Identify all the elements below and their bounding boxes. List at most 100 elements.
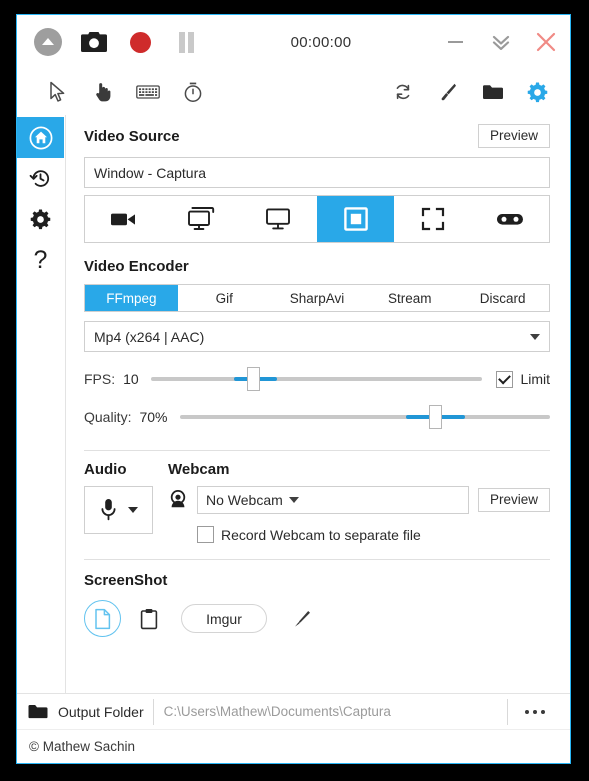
video-source-buttons bbox=[84, 195, 550, 243]
keystrokes-button[interactable] bbox=[125, 72, 170, 112]
screenshot-heading: ScreenShot bbox=[84, 572, 168, 589]
screenshot-targets-row: Imgur bbox=[84, 600, 550, 637]
record-webcam-separate-label: Record Webcam to separate file bbox=[221, 526, 421, 543]
refresh-button[interactable] bbox=[380, 72, 425, 112]
fps-value: 10 bbox=[123, 371, 139, 387]
tab-discard[interactable]: Discard bbox=[456, 285, 549, 311]
fps-limit-checkbox[interactable]: Limit bbox=[496, 370, 550, 388]
circle-up-icon bbox=[34, 28, 62, 56]
quality-label-text: Quality: bbox=[84, 409, 132, 425]
click-highlight-button[interactable] bbox=[80, 72, 125, 112]
close-icon bbox=[536, 32, 555, 52]
webcam-value: No Webcam bbox=[206, 492, 283, 508]
main-content: Video Source Preview Window - Captura Vi… bbox=[66, 115, 570, 693]
click-hand-icon bbox=[95, 83, 110, 102]
output-folder-row: Output Folder C:\Users\Mathew\Documents\… bbox=[17, 694, 570, 729]
cursor-icon bbox=[49, 81, 64, 102]
source-game[interactable] bbox=[472, 196, 549, 242]
quality-slider-thumb[interactable] bbox=[428, 405, 442, 429]
monitor-icon bbox=[266, 208, 291, 230]
screenshot-to-file[interactable] bbox=[84, 600, 121, 637]
refresh-icon bbox=[396, 84, 409, 100]
divider-audio bbox=[84, 450, 550, 451]
screenshot-to-clipboard[interactable] bbox=[130, 600, 167, 637]
secondary-toolbar bbox=[17, 69, 570, 115]
folder-icon bbox=[482, 85, 503, 99]
audio-webcam-section: Audio Webcam No Webcam Preview Record We… bbox=[84, 461, 550, 543]
quality-slider-track bbox=[179, 415, 550, 419]
video-preview-button[interactable]: Preview bbox=[477, 124, 550, 148]
screenshot-camera-button[interactable] bbox=[71, 19, 117, 65]
encoder-format-select[interactable]: Mp4 (x264 | AAC) bbox=[84, 321, 550, 352]
gear-icon bbox=[527, 82, 548, 102]
title-bar: 00:00:00 bbox=[17, 15, 570, 69]
brush-icon bbox=[441, 83, 456, 101]
quality-value: 70% bbox=[139, 409, 168, 425]
settings-gear-button[interactable] bbox=[515, 72, 560, 112]
encoder-format-value: Mp4 (x264 | AAC) bbox=[94, 328, 205, 345]
crop-region-icon bbox=[421, 207, 445, 231]
audio-column: Audio bbox=[84, 461, 168, 543]
chevron-down-icon bbox=[530, 333, 540, 340]
window-icon bbox=[343, 207, 368, 231]
collapse-button[interactable] bbox=[478, 19, 523, 65]
output-folder-path[interactable]: C:\Users\Mathew\Documents\Captura bbox=[154, 698, 508, 725]
record-button[interactable] bbox=[117, 19, 163, 65]
circle-up-icon-button[interactable] bbox=[25, 19, 71, 65]
sidebar-item-settings[interactable] bbox=[17, 199, 64, 240]
microphone-icon bbox=[101, 499, 116, 521]
pause-button[interactable] bbox=[163, 19, 209, 65]
video-source-heading: Video Source bbox=[84, 127, 180, 145]
fps-limit-label: Limit bbox=[520, 371, 550, 387]
webcam-heading: Webcam bbox=[168, 461, 230, 478]
brush-button[interactable] bbox=[425, 72, 470, 112]
webcam-select-row: No Webcam Preview bbox=[168, 486, 550, 514]
fps-label: FPS: 10 bbox=[84, 371, 139, 387]
source-camcorder[interactable] bbox=[85, 196, 162, 242]
microphone-select-button[interactable] bbox=[84, 486, 153, 534]
gamepad-icon bbox=[497, 214, 524, 225]
camcorder-icon bbox=[110, 213, 135, 226]
webcam-select[interactable]: No Webcam bbox=[197, 486, 469, 514]
tab-stream[interactable]: Stream bbox=[363, 285, 456, 311]
source-window[interactable] bbox=[316, 196, 395, 242]
output-folder-label: Output Folder bbox=[58, 698, 154, 725]
tab-ffmpeg[interactable]: FFmpeg bbox=[85, 285, 178, 311]
cursor-toggle-button[interactable] bbox=[35, 72, 80, 112]
sidebar-item-help[interactable]: ? bbox=[17, 240, 64, 281]
gear-icon bbox=[30, 209, 51, 230]
fps-slider-track bbox=[150, 377, 483, 381]
footer: Output Folder C:\Users\Mathew\Documents\… bbox=[17, 693, 570, 763]
source-region[interactable] bbox=[394, 196, 471, 242]
document-icon bbox=[95, 608, 111, 629]
video-encoder-tabs: FFmpeg Gif SharpAvi Stream Discard bbox=[84, 284, 550, 312]
tab-sharpavi[interactable]: SharpAvi bbox=[271, 285, 364, 311]
source-screen[interactable] bbox=[240, 196, 317, 242]
copyright-text: © Mathew Sachin bbox=[17, 729, 570, 763]
video-source-input[interactable]: Window - Captura bbox=[84, 157, 550, 188]
captura-main-window: 00:00:00 ? Video Source Preview Window -… bbox=[16, 14, 571, 764]
open-folder-button[interactable] bbox=[470, 72, 515, 112]
timer-button[interactable] bbox=[170, 72, 215, 112]
screenshot-imgur-button[interactable]: Imgur bbox=[181, 604, 267, 633]
webcam-column: Webcam No Webcam Preview Record Webcam t… bbox=[168, 461, 550, 543]
minimize-button[interactable] bbox=[433, 19, 478, 65]
folder-icon bbox=[28, 705, 48, 719]
checkbox-icon bbox=[496, 370, 514, 388]
source-all-screens[interactable] bbox=[162, 196, 239, 242]
fps-slider-thumb[interactable] bbox=[247, 367, 261, 391]
output-folder-browse-button[interactable] bbox=[508, 699, 562, 725]
record-webcam-separate-checkbox[interactable]: Record Webcam to separate file bbox=[197, 526, 550, 543]
sidebar-item-home[interactable] bbox=[17, 117, 64, 158]
stopwatch-icon bbox=[184, 82, 201, 102]
webcam-preview-button[interactable]: Preview bbox=[477, 488, 550, 512]
quality-slider[interactable] bbox=[179, 405, 550, 429]
tab-gif[interactable]: Gif bbox=[178, 285, 271, 311]
chevron-down-icon bbox=[288, 497, 299, 503]
close-button[interactable] bbox=[523, 19, 568, 65]
fps-slider[interactable] bbox=[150, 367, 483, 391]
ellipsis-icon bbox=[533, 709, 537, 714]
webcam-icon bbox=[170, 489, 186, 508]
screenshot-edit-button[interactable] bbox=[283, 600, 320, 637]
sidebar-item-history[interactable] bbox=[17, 158, 64, 199]
